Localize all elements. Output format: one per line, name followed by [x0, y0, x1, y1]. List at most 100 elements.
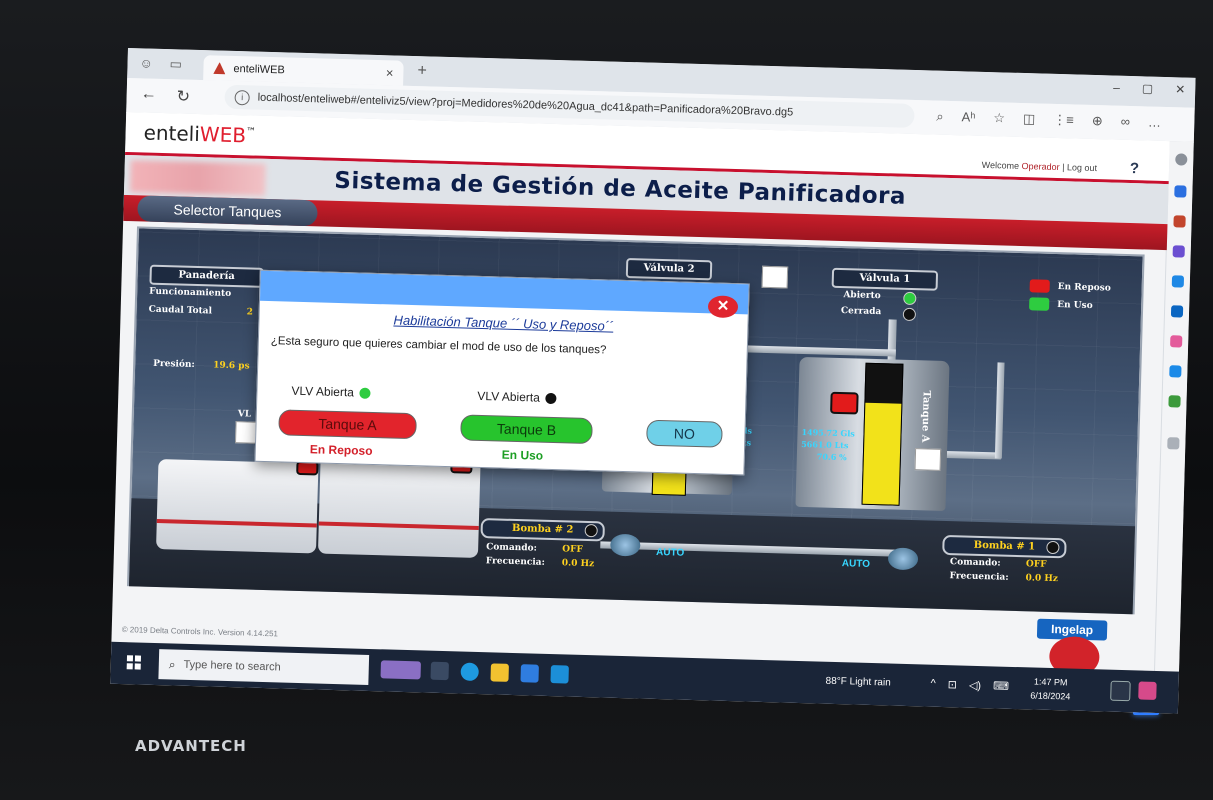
vlv-b-label: VLV Abierta [477, 388, 541, 405]
welcome-text: Welcome [981, 159, 1020, 171]
legend-uso-swatch [1029, 297, 1050, 311]
read-aloud-icon[interactable]: Aʰ [961, 109, 975, 125]
favorite-star-icon[interactable]: ☆ [993, 110, 1005, 126]
new-tab-button[interactable]: + [417, 62, 427, 80]
vlv-label-left: VL [237, 409, 252, 420]
keyboard-icon[interactable]: ⌨ [993, 679, 1009, 692]
sidebar-designer-icon[interactable] [1170, 335, 1183, 348]
valvula-1-label: Válvula 1 [831, 267, 939, 291]
welcome-separator: | [1062, 162, 1065, 173]
task-view-icon[interactable] [430, 661, 449, 681]
site-info-icon[interactable]: i [234, 89, 250, 105]
presion-value: 19.6 ps [213, 360, 250, 372]
more-menu-icon[interactable]: … [1148, 115, 1161, 131]
pump-2-mode: AUTO [655, 546, 685, 559]
sidebar-send-icon[interactable] [1169, 365, 1182, 378]
sidebar-office-icon[interactable] [1171, 275, 1185, 288]
window-controls: – ▢ ✕ [1113, 81, 1185, 97]
flow-meter-icon[interactable] [761, 265, 789, 289]
vlv-a-indicator [359, 387, 372, 399]
dialog-question: ¿Esta seguro que quieres cambiar el mod … [270, 335, 607, 357]
network-icon[interactable]: ⊡ [948, 678, 958, 691]
presion-label: Presión: [153, 358, 195, 370]
tray-chevron-icon[interactable]: ^ [930, 678, 936, 691]
logout-link[interactable]: Log out [1067, 162, 1097, 173]
tanque-b-button[interactable]: Tanque B [460, 414, 593, 445]
sidebar-search-icon[interactable] [1175, 153, 1188, 166]
minimize-button[interactable]: – [1113, 81, 1120, 95]
sidebar-tag-icon[interactable] [1174, 185, 1187, 198]
mail-icon[interactable] [550, 665, 569, 684]
vlv-b-indicator [545, 392, 558, 404]
copyright: © 2019 Delta Controls Inc. Version 4.14.… [121, 625, 279, 639]
split-screen-icon[interactable]: ◫ [1023, 111, 1036, 127]
legend-reposo-label: En Reposo [1057, 282, 1111, 294]
profile-icon[interactable]: ☺ [139, 55, 153, 70]
comando-1-label: Comando: [949, 557, 1001, 569]
weather-widget[interactable]: 88°F Light rain [825, 676, 890, 689]
clock-date: 6/18/2024 [1030, 690, 1071, 702]
tank-a-level-gauge [861, 362, 904, 506]
frecuencia-1-value: 0.0 Hz [1025, 573, 1059, 585]
tank-b-state: En Uso [501, 447, 544, 463]
welcome-area: Welcome Operador | Log out [982, 160, 1098, 173]
valvula-2-label: Válvula 2 [625, 257, 713, 281]
volume-icon[interactable]: ◁) [969, 679, 981, 692]
tab-actions-icon[interactable]: ▭ [169, 56, 182, 72]
help-button[interactable]: ? [1130, 160, 1140, 177]
dialog-close-button[interactable]: ✕ [707, 295, 739, 319]
cerrada-label: Cerrada [840, 306, 882, 318]
tab-close-icon[interactable]: × [386, 65, 394, 80]
enteliweb-logo: enteliWEB™ [143, 120, 256, 147]
sidebar-add-icon[interactable] [1167, 437, 1180, 450]
selector-tanques-button[interactable]: Selector Tanques [137, 195, 318, 227]
browser-toolbar: ⌕ Aʰ ☆ ◫ ⋮≡ ⊕ ∞ … [936, 109, 1161, 131]
blurred-logo [129, 160, 266, 196]
search-placeholder: Type here to search [183, 658, 281, 674]
favorites-icon[interactable]: ⋮≡ [1053, 112, 1074, 129]
store-icon[interactable] [520, 664, 539, 683]
sine-wave-icon-right[interactable] [914, 448, 942, 471]
close-window-button[interactable]: ✕ [1175, 82, 1185, 96]
confirm-dialog: ✕ Habilitación Tanque ´´ Uso y Reposo´´ … [254, 269, 750, 476]
extensions-icon[interactable]: ∞ [1120, 114, 1131, 130]
lavender-widget-icon[interactable] [380, 660, 421, 680]
screen: ☺ ▭ enteliWEB × + – ▢ ✕ ← ↻ i localhost/… [110, 48, 1196, 714]
logo-prefix: enteli [143, 120, 201, 147]
mixer-1 [156, 459, 319, 554]
vlv-b-status: VLV Abierta [477, 388, 558, 405]
panaderia-label: Panadería [149, 264, 264, 288]
tank-a-alarm-icon [830, 391, 859, 415]
taskbar-clock[interactable]: 1:47 PM 6/18/2024 [1030, 674, 1071, 703]
windows-start-icon[interactable] [126, 655, 142, 670]
key-icon[interactable]: ⌕ [936, 109, 944, 125]
notifications-icon[interactable] [1110, 680, 1131, 702]
taskbar-search-box[interactable]: ⌕ Type here to search [158, 649, 370, 685]
sidebar-tools-icon[interactable] [1173, 215, 1186, 228]
tank-a-percent: 70.6 % [816, 451, 847, 463]
file-explorer-icon[interactable] [490, 663, 509, 682]
tank-a-label: Tanque A [919, 390, 932, 443]
legend-uso-label: En Uso [1057, 300, 1093, 312]
clock-time: 1:47 PM [1033, 676, 1068, 688]
copilot-icon[interactable] [1138, 681, 1157, 700]
dialog-title: Habilitación Tanque ´´ Uso y Reposo´´ [393, 312, 614, 334]
vlv-a-label: VLV Abierta [291, 383, 355, 400]
sidebar-outlook-icon[interactable] [1170, 305, 1184, 318]
back-arrow-icon[interactable]: ← [140, 85, 156, 103]
sidebar-people-icon[interactable] [1172, 245, 1185, 258]
frecuencia-2-value: 0.0 Hz [561, 558, 595, 570]
pump-1-mode: AUTO [841, 558, 871, 570]
caudal-total-label: Caudal Total [148, 304, 213, 317]
maximize-button[interactable]: ▢ [1142, 81, 1154, 95]
no-button[interactable]: NO [646, 419, 723, 448]
sidebar-tree-icon[interactable] [1168, 395, 1181, 408]
tank-a-gls: 1495.72 Gls [801, 426, 856, 439]
tanque-a-button[interactable]: Tanque A [278, 409, 417, 440]
abierto-label: Abierto [843, 290, 881, 302]
collections-icon[interactable]: ⊕ [1092, 113, 1103, 129]
frecuencia-2-label: Frecuencia: [485, 556, 545, 568]
caudal-total-value: 2 [246, 307, 254, 318]
edge-icon[interactable] [460, 662, 479, 682]
refresh-icon[interactable]: ↻ [176, 86, 190, 106]
